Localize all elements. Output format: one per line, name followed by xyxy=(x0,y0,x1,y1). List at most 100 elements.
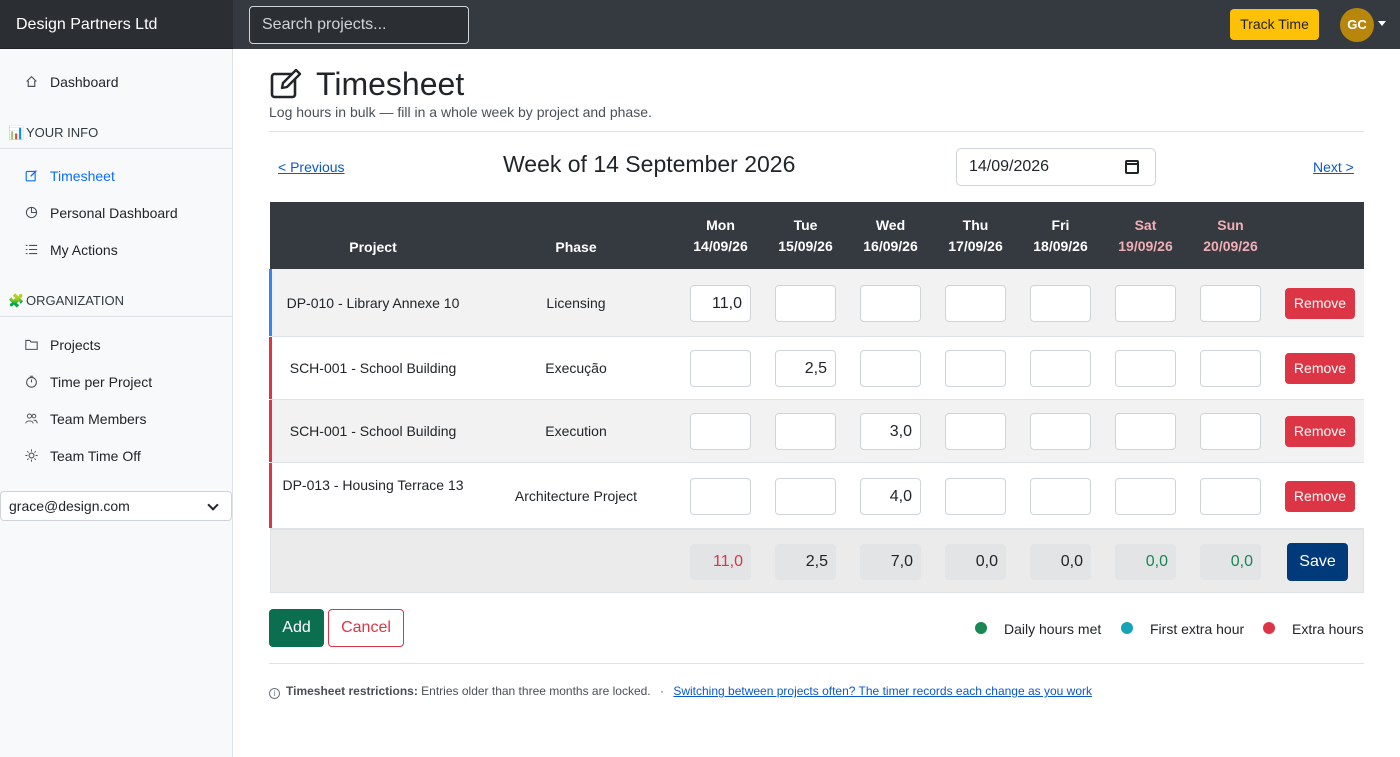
sidebar-item-team-members[interactable]: Team Members xyxy=(0,401,232,438)
hours-input-sat[interactable] xyxy=(1115,478,1176,515)
previous-week-link[interactable]: < Previous xyxy=(278,159,345,175)
hours-input-thu[interactable] xyxy=(945,478,1006,515)
total-sun: 0,0 xyxy=(1200,544,1261,580)
cancel-button[interactable]: Cancel xyxy=(328,609,404,647)
people-icon xyxy=(24,401,38,438)
week-date-input[interactable]: 14/09/2026 xyxy=(956,148,1156,186)
restrictions-note: i Timesheet restrictions: Entries older t… xyxy=(269,684,1092,699)
day-name: Sat xyxy=(1134,217,1157,233)
hours-input-sun[interactable] xyxy=(1200,413,1261,450)
hours-input-wed[interactable]: 4,0 xyxy=(860,478,921,515)
remove-row-button[interactable]: Remove xyxy=(1285,288,1355,319)
total-fri: 0,0 xyxy=(1030,544,1091,580)
avatar[interactable]: GC xyxy=(1340,8,1374,42)
row-accent-bar xyxy=(269,400,272,462)
divider xyxy=(269,663,1364,664)
save-button[interactable]: Save xyxy=(1287,543,1348,581)
sidebar-item-team-time-off[interactable]: Team Time Off xyxy=(0,438,232,475)
hours-input-wed[interactable] xyxy=(860,350,921,387)
puzzle-icon: 🧩 xyxy=(8,293,25,308)
hours-input-tue[interactable] xyxy=(775,478,836,515)
user-select-value: grace@design.com xyxy=(9,498,130,514)
stopwatch-icon xyxy=(24,364,38,401)
hours-input-sun[interactable] xyxy=(1200,478,1261,515)
hours-input-tue[interactable]: 2,5 xyxy=(775,350,836,387)
note-bold: Timesheet restrictions: xyxy=(286,684,418,698)
hours-input-sun[interactable] xyxy=(1200,285,1261,322)
hours-input-tue[interactable] xyxy=(775,413,836,450)
chevron-down-icon xyxy=(207,499,219,511)
hours-input-sun[interactable] xyxy=(1200,350,1261,387)
home-icon xyxy=(24,64,38,101)
sidebar: Dashboard 📊 YOUR INFO Timesheet Personal … xyxy=(0,49,233,757)
top-navbar: Design Partners Ltd Search projects... T… xyxy=(0,0,1400,49)
hours-input-mon[interactable] xyxy=(690,350,751,387)
project-cell: SCH-001 - School Building xyxy=(289,360,457,376)
day-date: 16/09/26 xyxy=(863,238,918,254)
caret-down-icon[interactable] xyxy=(1378,21,1386,26)
hours-input-mon[interactable] xyxy=(690,413,751,450)
day-name: Fri xyxy=(1051,217,1070,233)
hours-input-fri[interactable] xyxy=(1030,285,1091,322)
sidebar-item-my-actions[interactable]: My Actions xyxy=(0,232,232,269)
total-wed: 7,0 xyxy=(860,544,921,580)
search-input[interactable]: Search projects... xyxy=(249,6,469,44)
day-date: 19/09/26 xyxy=(1118,238,1173,254)
hours-input-thu[interactable] xyxy=(945,285,1006,322)
column-header-fri: Fri 18/09/26 xyxy=(1030,215,1091,257)
track-time-button[interactable]: Track Time xyxy=(1230,9,1319,40)
column-header-wed: Wed 16/09/26 xyxy=(860,215,921,257)
section-heading-your-info: 📊 YOUR INFO xyxy=(0,117,232,149)
next-week-link[interactable]: Next > xyxy=(1313,159,1354,175)
hours-input-thu[interactable] xyxy=(945,350,1006,387)
remove-row-button[interactable]: Remove xyxy=(1285,481,1355,512)
hours-input-tue[interactable] xyxy=(775,285,836,322)
hours-input-thu[interactable] xyxy=(945,413,1006,450)
legend-label: First extra hour xyxy=(1150,621,1245,637)
project-cell: SCH-001 - School Building xyxy=(289,423,457,439)
add-row-button[interactable]: Add xyxy=(269,609,324,647)
sidebar-item-dashboard[interactable]: Dashboard xyxy=(0,64,232,101)
hours-input-mon[interactable] xyxy=(690,478,751,515)
day-name: Mon xyxy=(706,217,735,233)
legend-label: Daily hours met xyxy=(1004,621,1102,637)
sidebar-item-label: Team Members xyxy=(50,411,147,427)
sidebar-item-timesheet[interactable]: Timesheet xyxy=(0,158,232,195)
list-icon xyxy=(24,232,38,269)
day-name: Tue xyxy=(793,217,818,233)
hours-input-fri[interactable] xyxy=(1030,478,1091,515)
hours-input-sat[interactable] xyxy=(1115,350,1176,387)
user-select[interactable]: grace@design.com xyxy=(0,491,232,521)
remove-row-button[interactable]: Remove xyxy=(1285,416,1355,447)
column-header-sat: Sat 19/09/26 xyxy=(1115,215,1176,257)
sidebar-item-time-per-project[interactable]: Time per Project xyxy=(0,364,232,401)
timer-help-link[interactable]: Switching between projects often? The ti… xyxy=(673,684,1092,698)
edit-icon xyxy=(24,158,38,195)
total-tue: 2,5 xyxy=(775,544,836,580)
row-accent-bar xyxy=(269,337,272,399)
sidebar-item-projects[interactable]: Projects xyxy=(0,327,232,364)
hours-input-sat[interactable] xyxy=(1115,285,1176,322)
remove-row-button[interactable]: Remove xyxy=(1285,353,1355,384)
table-header: Project Phase Mon 14/09/26 Tue 15/09/26 Wed 1… xyxy=(270,202,1364,269)
hours-input-mon[interactable]: 11,0 xyxy=(690,285,751,322)
column-header-thu: Thu 17/09/26 xyxy=(945,215,1006,257)
page-subtitle: Log hours in bulk — fill in a whole week… xyxy=(269,104,652,120)
hours-input-wed[interactable]: 3,0 xyxy=(860,413,921,450)
hours-input-fri[interactable] xyxy=(1030,413,1091,450)
sun-icon xyxy=(24,438,38,475)
project-cell: DP-013 - Housing Terrace 13 xyxy=(282,477,464,493)
hours-input-wed[interactable] xyxy=(860,285,921,322)
page-title: Timesheet xyxy=(316,66,465,102)
note-text: Entries older than three months are lock… xyxy=(421,684,651,698)
divider xyxy=(269,131,1364,132)
day-date: 18/09/26 xyxy=(1033,238,1088,254)
sidebar-item-personal-dashboard[interactable]: Personal Dashboard xyxy=(0,195,232,232)
calendar-icon[interactable] xyxy=(1125,160,1139,174)
edit-icon xyxy=(270,68,302,100)
hours-input-sat[interactable] xyxy=(1115,413,1176,450)
sidebar-item-label: Dashboard xyxy=(50,74,119,90)
section-heading-organization: 🧩 ORGANIZATION xyxy=(0,285,232,317)
brand-name[interactable]: Design Partners Ltd xyxy=(0,0,233,49)
hours-input-fri[interactable] xyxy=(1030,350,1091,387)
